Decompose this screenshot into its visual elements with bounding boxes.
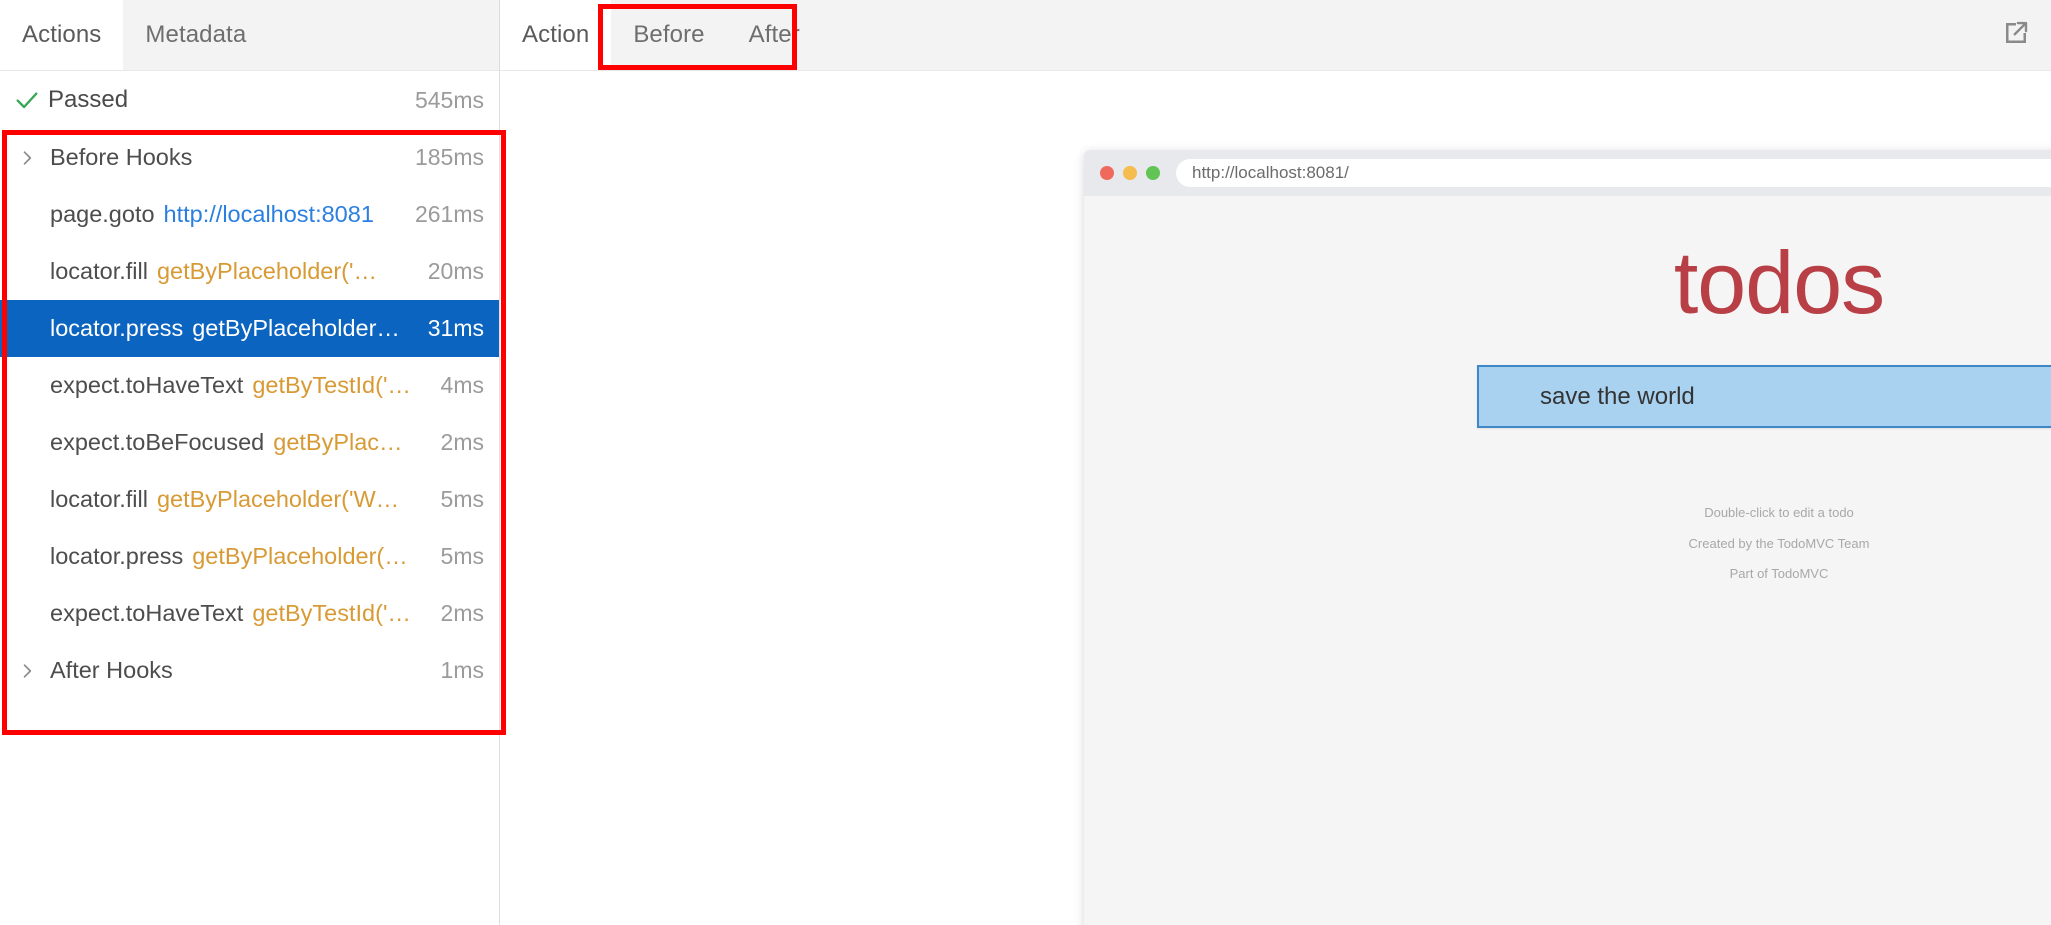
close-dot-icon	[1100, 166, 1114, 180]
test-status-label: Passed	[48, 86, 415, 114]
tab-action[interactable]: Action	[500, 0, 611, 70]
action-list[interactable]: Before Hooks 185ms page.goto http://localho…	[0, 129, 500, 925]
chevron-right-icon[interactable]	[14, 145, 40, 171]
action-params: getByTestId('…	[252, 600, 430, 627]
action-duration: 20ms	[428, 258, 484, 285]
tab-actions-label: Actions	[22, 21, 101, 49]
window-traffic-lights	[1100, 166, 1160, 180]
action-title: expect.toHaveText	[50, 600, 243, 627]
actions-panel: Actions Metadata Passed 545ms Before Hoo…	[0, 0, 500, 925]
action-params: http://localhost:8081	[164, 201, 405, 228]
action-title: Before Hooks	[50, 144, 192, 171]
action-row[interactable]: locator.press getByPlaceholder(… 5ms	[0, 528, 500, 585]
action-title: locator.press	[50, 543, 183, 570]
action-row[interactable]: locator.fill getByPlaceholder('… 20ms	[0, 243, 500, 300]
action-duration: 5ms	[441, 543, 484, 570]
action-duration: 261ms	[415, 201, 484, 228]
open-snapshot-in-new-tab-button[interactable]	[1981, 0, 2051, 70]
action-params: getByPlaceholder…	[192, 315, 418, 342]
page-viewport: todos save the world Double-click to edi…	[1084, 196, 2051, 925]
action-params: getByPlaceholder('W…	[157, 486, 431, 513]
right-tab-bar: Action Before After	[500, 0, 2051, 71]
browser-mock-frame: http://localhost:8081/ todos save the wo…	[1084, 150, 2051, 925]
tab-metadata-label: Metadata	[145, 21, 246, 49]
tab-after[interactable]: After	[727, 0, 822, 70]
action-params: getByPlaceholder('…	[157, 258, 418, 285]
test-status-row: Passed 545ms	[0, 71, 500, 129]
action-title: locator.fill	[50, 258, 148, 285]
action-row[interactable]: expect.toHaveText getByTestId('… 2ms	[0, 585, 500, 642]
url-text: http://localhost:8081/	[1192, 163, 1349, 183]
snapshot-panel: Action Before After	[500, 0, 2051, 925]
action-title: locator.fill	[50, 486, 148, 513]
action-row[interactable]: After Hooks 1ms	[0, 642, 500, 699]
maximize-dot-icon	[1146, 166, 1160, 180]
action-row[interactable]: expect.toHaveText getByTestId('… 4ms	[0, 357, 500, 414]
test-status-duration: 545ms	[415, 87, 484, 114]
url-bar[interactable]: http://localhost:8081/	[1176, 159, 2051, 187]
action-title: expect.toHaveText	[50, 372, 243, 399]
action-duration: 4ms	[441, 372, 484, 399]
footer-line-1: Double-click to edit a todo	[1084, 498, 2051, 529]
snapshot-area: http://localhost:8081/ todos save the wo…	[500, 71, 2051, 925]
new-todo-input-value: save the world	[1479, 383, 1695, 411]
action-duration: 2ms	[441, 429, 484, 456]
external-link-icon	[2001, 18, 2031, 53]
tab-after-label: After	[749, 21, 800, 49]
action-row[interactable]: locator.press getByPlaceholder… 31ms	[0, 300, 500, 357]
tab-before[interactable]: Before	[611, 0, 726, 70]
action-title: After Hooks	[50, 657, 173, 684]
tab-before-label: Before	[633, 21, 704, 49]
tab-action-label: Action	[522, 21, 589, 49]
chevron-right-icon[interactable]	[14, 658, 40, 684]
check-icon	[12, 85, 42, 115]
action-params: getByPlaceholder(…	[192, 543, 430, 570]
new-todo-input-highlighted[interactable]: save the world	[1477, 365, 2051, 428]
trace-viewer-window: Actions Metadata Passed 545ms Before Hoo…	[0, 0, 2051, 925]
page-footer: Double-click to edit a todo Created by t…	[1084, 498, 2051, 590]
browser-chrome-bar: http://localhost:8081/	[1084, 150, 2051, 196]
action-row[interactable]: locator.fill getByPlaceholder('W… 5ms	[0, 471, 500, 528]
action-duration: 1ms	[441, 657, 484, 684]
tabbar-spacer	[822, 0, 1981, 70]
action-params: getByPlac…	[273, 429, 430, 456]
footer-line-2: Created by the TodoMVC Team	[1084, 529, 2051, 560]
action-row[interactable]: Before Hooks 185ms	[0, 129, 500, 186]
tab-actions[interactable]: Actions	[0, 0, 123, 70]
action-duration: 185ms	[415, 144, 484, 171]
minimize-dot-icon	[1123, 166, 1137, 180]
action-duration: 2ms	[441, 600, 484, 627]
tab-metadata[interactable]: Metadata	[123, 0, 268, 70]
action-row[interactable]: expect.toBeFocused getByPlac… 2ms	[0, 414, 500, 471]
footer-line-3: Part of TodoMVC	[1084, 559, 2051, 590]
left-tab-bar: Actions Metadata	[0, 0, 500, 71]
action-params: getByTestId('…	[252, 372, 430, 399]
page-title: todos	[1084, 196, 2051, 327]
action-row[interactable]: page.goto http://localhost:8081 261ms	[0, 186, 500, 243]
action-title: locator.press	[50, 315, 183, 342]
action-title: page.goto	[50, 201, 155, 228]
action-duration: 5ms	[441, 486, 484, 513]
action-duration: 31ms	[428, 315, 484, 342]
action-title: expect.toBeFocused	[50, 429, 264, 456]
